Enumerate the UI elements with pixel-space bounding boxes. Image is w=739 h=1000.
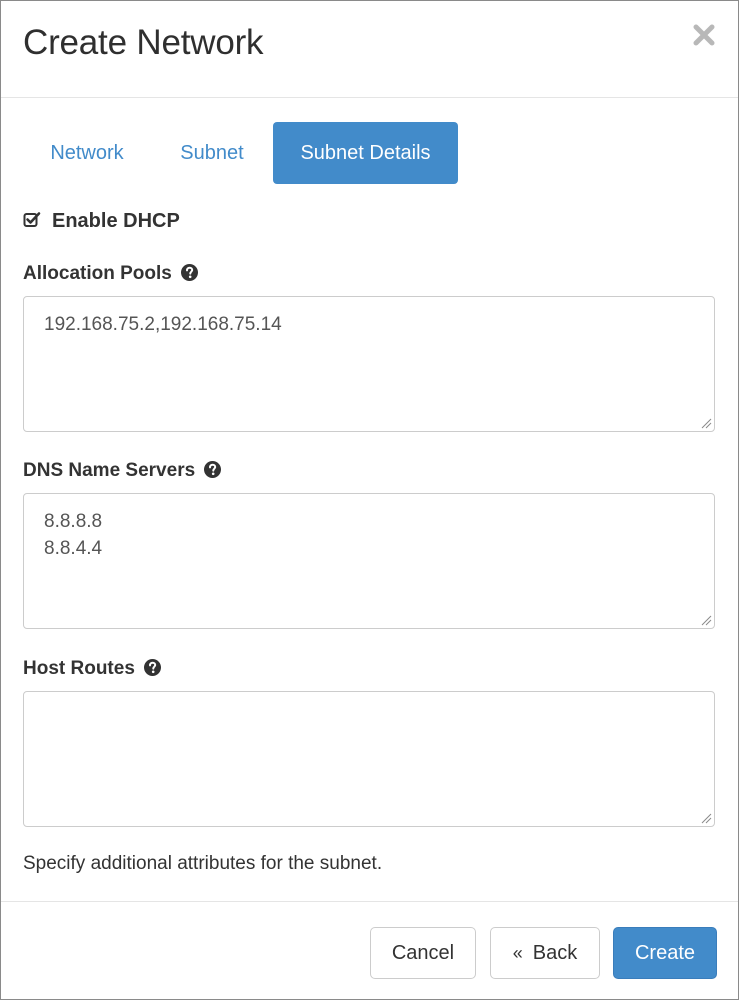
tab-subnet[interactable]: Subnet	[151, 122, 273, 184]
resize-grip-icon[interactable]	[700, 614, 712, 626]
tab-subnet-details[interactable]: Subnet Details	[273, 122, 458, 184]
question-circle-icon[interactable]	[144, 659, 162, 676]
dialog-footer: Cancel « Back Create	[1, 901, 738, 1000]
resize-grip-icon[interactable]	[700, 812, 712, 824]
cancel-button[interactable]: Cancel	[370, 927, 476, 979]
allocation-pools-textarea[interactable]: 192.168.75.2,192.168.75.14	[23, 296, 715, 432]
dns-name-servers-textarea[interactable]: 8.8.8.8 8.8.4.4	[23, 493, 715, 629]
back-button-label: Back	[532, 942, 578, 964]
allocation-pools-label: Allocation Pools	[23, 263, 172, 284]
enable-dhcp-label: Enable DHCP	[52, 210, 180, 232]
create-network-dialog: Create Network Network Subnet Subnet Det…	[0, 0, 739, 1000]
question-circle-icon[interactable]	[204, 461, 222, 478]
dns-name-servers-label-row: DNS Name Servers	[23, 460, 222, 482]
create-button[interactable]: Create	[613, 927, 717, 979]
dns-server-value: 8.8.4.4	[44, 538, 103, 559]
dns-server-value: 8.8.8.8	[44, 511, 103, 532]
question-circle-icon[interactable]	[181, 264, 199, 281]
enable-dhcp-checkbox[interactable]	[23, 211, 41, 229]
double-chevron-left-icon: «	[512, 943, 523, 963]
close-icon	[693, 24, 715, 46]
resize-grip-icon[interactable]	[700, 417, 712, 429]
allocation-pools-value: 192.168.75.2,192.168.75.14	[44, 314, 282, 335]
tab-network[interactable]: Network	[23, 122, 151, 184]
host-routes-label-row: Host Routes	[23, 658, 162, 680]
host-routes-textarea[interactable]	[23, 691, 715, 827]
dialog-title: Create Network	[23, 23, 264, 62]
host-routes-label: Host Routes	[23, 658, 135, 679]
allocation-pools-label-row: Allocation Pools	[23, 263, 199, 285]
close-button[interactable]	[692, 23, 716, 47]
dns-name-servers-label: DNS Name Servers	[23, 460, 196, 481]
back-button[interactable]: « Back	[490, 927, 600, 979]
dialog-header: Create Network	[1, 1, 738, 98]
form-help-text: Specify additional attributes for the su…	[23, 853, 383, 874]
